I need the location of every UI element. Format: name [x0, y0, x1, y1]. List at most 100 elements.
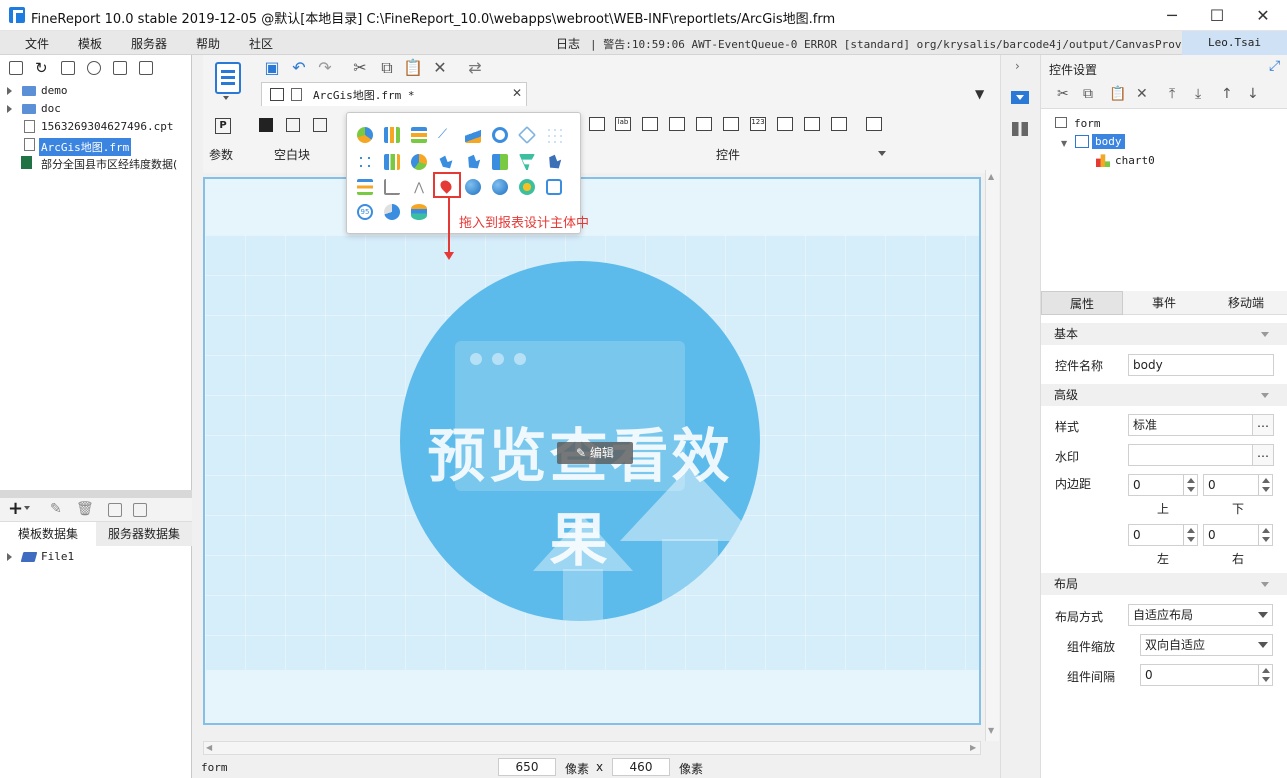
paste-icon[interactable]: 📋 [1109, 86, 1126, 102]
tab-mobile[interactable]: 移动端 [1205, 291, 1287, 315]
chevron-down-icon[interactable] [24, 506, 30, 510]
tree-item-doc[interactable]: doc [0, 100, 192, 118]
frame-chart-icon[interactable] [384, 179, 400, 195]
save-icon[interactable]: ▣ [262, 58, 282, 78]
chevron-down-icon[interactable] [1261, 393, 1269, 398]
tab-events[interactable]: 事件 [1123, 291, 1205, 315]
design-body[interactable]: 预览查看效果 ✎ 编辑 [203, 177, 981, 725]
menu-server[interactable]: 服务器 [131, 35, 167, 52]
grid-block-icon[interactable] [313, 118, 327, 132]
delete-icon[interactable]: ✕ [1136, 86, 1148, 102]
area-chart-icon[interactable] [465, 127, 481, 143]
scale-select[interactable]: 双向自适应 [1140, 634, 1273, 656]
watermark-more-button[interactable]: … [1252, 444, 1274, 466]
split-block-icon[interactable] [286, 118, 300, 132]
gauge-chart-icon[interactable] [492, 127, 508, 143]
expand-icon[interactable] [7, 105, 12, 113]
delete-icon[interactable]: 🗑 [76, 501, 94, 517]
width-input[interactable]: 650 [498, 758, 556, 776]
bar-chart-icon[interactable] [411, 127, 427, 143]
expand-icon[interactable] [7, 87, 12, 95]
progress-ring-icon[interactable] [384, 204, 400, 220]
tab-template-dataset[interactable]: 模板数据集 [0, 522, 96, 546]
collapse-icon[interactable]: ▼ [1061, 139, 1067, 148]
donut-chart-icon[interactable] [411, 154, 427, 170]
tree-item-cpt[interactable]: 1563269304627496.cpt [0, 118, 192, 136]
blank-block-icon[interactable] [259, 118, 273, 132]
kpi-ring-icon[interactable]: 95 [357, 204, 373, 220]
settings-icon[interactable] [87, 61, 101, 75]
tree-item-chart0[interactable]: chart0 [1115, 154, 1155, 167]
dataset-item[interactable]: File1 [0, 548, 192, 566]
text-chart-icon[interactable] [546, 179, 562, 195]
heat-map-icon[interactable] [492, 179, 508, 195]
padding-left-stepper[interactable] [1183, 525, 1197, 545]
collapse-panel-icon[interactable]: ⤢ [1269, 58, 1280, 74]
chevron-down-icon[interactable] [1261, 332, 1269, 337]
textfield-widget-icon[interactable] [589, 117, 605, 131]
horizontal-scrollbar[interactable]: ◀ ▶ [203, 741, 981, 755]
radio-group-widget-icon[interactable] [804, 117, 820, 131]
expand-icon[interactable] [7, 553, 12, 561]
copy-icon[interactable]: ⧉ [1083, 86, 1093, 102]
menu-community[interactable]: 社区 [249, 35, 273, 52]
chevron-right-icon[interactable]: › [1015, 59, 1020, 73]
new-folder-icon[interactable] [9, 61, 23, 75]
combo-chart-icon[interactable] [384, 154, 400, 170]
layout-mode-select[interactable]: 自适应布局 [1128, 604, 1273, 626]
word-cloud-icon[interactable] [519, 179, 535, 195]
scroll-down-icon[interactable]: ▼ [988, 726, 994, 735]
point-map-icon[interactable] [468, 154, 481, 169]
move-up-icon[interactable]: ↑ [1221, 86, 1233, 102]
parameter-icon[interactable]: P [215, 118, 231, 134]
tree-item-excel[interactable]: 部分全国县市区经纬度数据( [0, 154, 192, 172]
edit-icon[interactable]: ✎ [50, 501, 62, 517]
cut-icon[interactable]: ✂ [1057, 86, 1069, 102]
vertical-scrollbar[interactable]: ▲ ▼ [985, 170, 999, 741]
delete-icon[interactable]: ✕ [430, 58, 450, 78]
label-widget-icon[interactable]: lab [615, 117, 631, 131]
pie-chart-icon[interactable] [357, 127, 373, 143]
tab-properties[interactable]: 属性 [1041, 291, 1123, 315]
tab-menu-icon[interactable]: ▼ [975, 87, 984, 101]
line-chart-icon[interactable]: ⟋ [438, 127, 454, 143]
padding-right-stepper[interactable] [1258, 525, 1272, 545]
section-layout[interactable]: 布局 [1041, 573, 1287, 595]
menu-help[interactable]: 帮助 [196, 35, 220, 52]
region-map-icon[interactable] [439, 155, 453, 169]
column-chart-icon[interactable] [384, 127, 400, 143]
scroll-up-icon[interactable]: ▲ [988, 172, 994, 181]
tree-item-body[interactable]: body [1092, 134, 1125, 149]
add-dataset-icon[interactable]: + [8, 498, 23, 519]
move-bottom-icon[interactable]: ⤓ [1195, 86, 1201, 102]
height-input[interactable]: 460 [612, 758, 670, 776]
tree-chart-icon[interactable]: ⋀ [411, 179, 427, 195]
style-more-button[interactable]: … [1252, 414, 1274, 436]
chevron-down-icon[interactable] [878, 151, 886, 156]
style-field[interactable]: 标准 [1128, 414, 1253, 436]
button-widget-icon[interactable] [642, 117, 658, 131]
funnel-chart-icon[interactable] [519, 154, 535, 170]
menu-file[interactable]: 文件 [25, 35, 49, 52]
user-account[interactable]: Leo.Tsai [1182, 31, 1287, 55]
server-param-icon[interactable] [133, 503, 147, 517]
preview-icon[interactable] [108, 503, 122, 517]
chevron-down-icon[interactable] [1258, 642, 1268, 648]
properties-icon[interactable] [61, 61, 75, 75]
template-dataset-icon[interactable] [215, 62, 241, 94]
gantt-chart-icon[interactable] [357, 179, 373, 195]
move-top-icon[interactable]: ⤒ [1169, 86, 1175, 102]
combobox-widget-icon[interactable] [669, 117, 685, 131]
section-basic[interactable]: 基本 [1041, 323, 1287, 345]
scroll-left-icon[interactable]: ◀ [206, 743, 212, 752]
edit-button[interactable]: ✎ 编辑 [557, 442, 633, 464]
scatter-chart-icon[interactable] [546, 127, 562, 143]
radar-chart-icon[interactable] [517, 125, 537, 145]
close-window-button[interactable]: ✕ [1240, 0, 1286, 31]
chevron-down-icon[interactable] [223, 96, 229, 100]
3d-column-icon[interactable] [411, 204, 427, 220]
section-advanced[interactable]: 高级 [1041, 384, 1287, 406]
refresh-icon[interactable]: ↻ [35, 59, 48, 77]
gap-stepper[interactable] [1258, 665, 1272, 685]
search-widget-icon[interactable] [866, 117, 882, 131]
